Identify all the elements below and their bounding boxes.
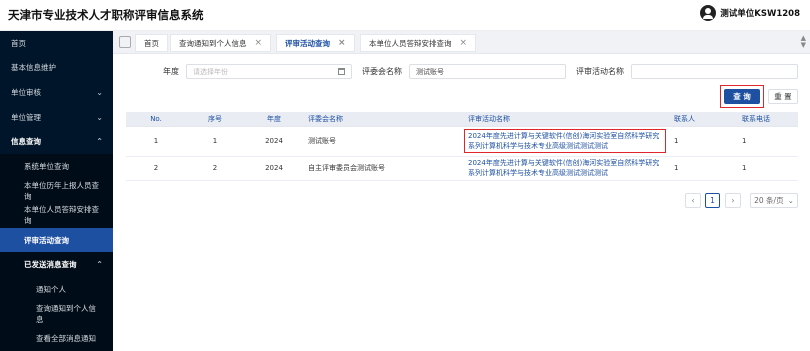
activity-link[interactable]: 2024年度先进计算与关键软件(信创)海河实验室自然科学研究系列计算机科学与技术… bbox=[468, 158, 666, 178]
tab-label: 查询通知到个人信息 bbox=[179, 38, 247, 48]
sidebar-item-notify-person[interactable]: 通知个人 bbox=[0, 276, 113, 302]
sidebar-item-unit-review[interactable]: 单位审核 ⌄ bbox=[0, 80, 113, 105]
page-size-select[interactable]: 20 条/页 ⌄ bbox=[750, 193, 798, 208]
sidebar-item-label: 本单位历年上报人员查询 bbox=[24, 180, 99, 201]
sidebar-item-label: 已发送消息查询 bbox=[24, 260, 77, 270]
chevron-down-icon: ⌄ bbox=[96, 87, 103, 97]
cell-committee: 自主评审委员会测试账号 bbox=[304, 156, 464, 181]
query-highlight: 查 询 bbox=[720, 85, 764, 108]
main-content: 首页 查询通知到个人信息 × 评审活动查询 × 本单位人员答辩安排查询 × ▲ ▼ 年度… bbox=[113, 31, 810, 347]
cell-phone: 1 bbox=[738, 156, 798, 181]
sidebar-item-label: 评审活动查询 bbox=[24, 235, 69, 245]
sidebar-item-defense-query[interactable]: 本单位人员答辩安排查询 bbox=[0, 203, 113, 228]
sidebar-item-label: 系统单位查询 bbox=[24, 161, 69, 171]
calendar-icon bbox=[338, 68, 345, 75]
tab-label: 本单位人员答辩安排查询 bbox=[369, 38, 452, 48]
sidebar-item-label: 单位管理 bbox=[11, 112, 41, 122]
tab-home[interactable]: 首页 bbox=[135, 34, 168, 52]
activity-label: 评审活动名称 bbox=[576, 67, 624, 76]
sidebar-item-review-activity-query[interactable]: 评审活动查询 bbox=[0, 227, 113, 253]
sidebar: 首页 基本信息维护 单位审核 ⌄ 单位管理 ⌄ 信息查询 ⌃ 系统单位查询 本单位历年… bbox=[0, 31, 113, 351]
sidebar-item-label: 通知个人 bbox=[36, 284, 66, 294]
cell-contact: 1 bbox=[670, 156, 738, 181]
col-committee: 评委会名称 bbox=[304, 112, 464, 127]
year-placeholder: 请选择年份 bbox=[193, 67, 228, 76]
user-menu[interactable]: 测试单位KSW1208 bbox=[700, 5, 800, 21]
sidebar-item-label: 查询通知到个人信息 bbox=[36, 303, 96, 324]
cell-committee: 测试账号 bbox=[304, 126, 464, 157]
collapse-sidebar-icon[interactable] bbox=[119, 36, 131, 48]
year-select[interactable]: 请选择年份 bbox=[186, 64, 352, 79]
close-icon[interactable]: × bbox=[338, 38, 346, 48]
sidebar-item-sent-messages[interactable]: 已发送消息查询 ⌃ bbox=[0, 252, 113, 277]
cell-seq: 1 bbox=[186, 126, 244, 157]
cell-year: 2024 bbox=[244, 156, 304, 181]
sidebar-item-all-messages[interactable]: 查看全部消息通知 bbox=[0, 326, 113, 351]
cell-activity: 2024年度先进计算与关键软件(信创)海河实验室自然科学研究系列计算机科学与技术… bbox=[464, 156, 670, 181]
cell-phone: 1 bbox=[738, 126, 798, 157]
cell-no: 2 bbox=[126, 156, 186, 181]
close-icon[interactable]: × bbox=[255, 38, 263, 48]
sidebar-item-home[interactable]: 首页 bbox=[0, 31, 113, 56]
cell-seq: 2 bbox=[186, 156, 244, 181]
sidebar-item-label: 单位审核 bbox=[11, 87, 41, 97]
page-1-button[interactable]: 1 bbox=[705, 193, 720, 208]
committee-label: 评委会名称 bbox=[362, 67, 402, 76]
cell-no: 1 bbox=[126, 126, 186, 157]
col-no: No. bbox=[126, 112, 186, 127]
sidebar-item-basic-info[interactable]: 基本信息维护 bbox=[0, 56, 113, 81]
top-header: 天津市专业技术人才职称评审信息系统 测试单位KSW1208 bbox=[0, 0, 810, 31]
table-row[interactable]: 1 1 2024 测试账号 2024年度先进计算与关键软件(信创)海河实验室自然… bbox=[126, 126, 798, 157]
col-contact: 联系人 bbox=[670, 112, 738, 127]
year-label: 年度 bbox=[163, 67, 179, 76]
next-page-button[interactable]: › bbox=[725, 193, 741, 208]
col-phone: 联系电话 bbox=[738, 112, 798, 127]
user-avatar-icon[interactable] bbox=[700, 5, 717, 21]
tab-notify-query[interactable]: 查询通知到个人信息 × bbox=[170, 34, 272, 52]
sidebar-item-label: 基本信息维护 bbox=[11, 63, 56, 73]
sidebar-item-label: 本单位人员答辩安排查询 bbox=[24, 205, 99, 226]
col-seq: 序号 bbox=[186, 112, 244, 127]
tab-label: 首页 bbox=[144, 38, 159, 48]
activity-input[interactable] bbox=[631, 64, 798, 79]
chevron-up-icon: ⌃ bbox=[96, 260, 103, 270]
cell-activity: 2024年度先进计算与关键软件(信创)海河实验室自然科学研究系列计算机科学与技术… bbox=[464, 126, 670, 157]
sidebar-item-label: 查看全部消息通知 bbox=[36, 333, 96, 343]
col-year: 年度 bbox=[244, 112, 304, 127]
close-icon[interactable]: × bbox=[460, 38, 468, 48]
chevron-down-icon: ⌄ bbox=[787, 196, 794, 205]
sidebar-item-history-report-query[interactable]: 本单位历年上报人员查询 bbox=[0, 178, 113, 204]
committee-input[interactable]: 测试账号 bbox=[409, 64, 566, 79]
user-name[interactable]: 测试单位KSW1208 bbox=[720, 7, 800, 19]
table-header: No. 序号 年度 评委会名称 评审活动名称 联系人 联系电话 bbox=[126, 112, 798, 127]
sidebar-item-unit-manage[interactable]: 单位管理 ⌄ bbox=[0, 105, 113, 130]
sidebar-item-notify-query[interactable]: 查询通知到个人信息 bbox=[0, 301, 113, 327]
results-table: No. 序号 年度 评委会名称 评审活动名称 联系人 联系电话 1 1 2024… bbox=[126, 112, 798, 181]
sidebar-item-label: 首页 bbox=[11, 38, 26, 48]
committee-value: 测试账号 bbox=[416, 67, 444, 76]
chevron-up-icon: ⌃ bbox=[96, 137, 103, 147]
tab-scroll-icon[interactable]: ▲ ▼ bbox=[801, 35, 806, 49]
sidebar-item-info-query[interactable]: 信息查询 ⌃ bbox=[0, 129, 113, 154]
activity-link[interactable]: 2024年度先进计算与关键软件(信创)海河实验室自然科学研究系列计算机科学与技术… bbox=[464, 129, 666, 153]
sidebar-item-system-unit-query[interactable]: 系统单位查询 bbox=[0, 153, 113, 179]
tab-defense-query[interactable]: 本单位人员答辩安排查询 × bbox=[360, 34, 477, 52]
tab-bar: 首页 查询通知到个人信息 × 评审活动查询 × 本单位人员答辩安排查询 × ▲ ▼ bbox=[113, 31, 810, 54]
query-button[interactable]: 查 询 bbox=[724, 89, 760, 104]
chevron-down-icon: ⌄ bbox=[96, 112, 103, 122]
page-size-value: 20 条/页 bbox=[754, 196, 784, 205]
table-row[interactable]: 2 2 2024 自主评审委员会测试账号 2024年度先进计算与关键软件(信创)… bbox=[126, 156, 798, 181]
tab-label: 评审活动查询 bbox=[285, 38, 330, 48]
tab-review-activity[interactable]: 评审活动查询 × bbox=[276, 34, 355, 52]
cell-year: 2024 bbox=[244, 126, 304, 157]
prev-page-button[interactable]: ‹ bbox=[685, 193, 701, 208]
reset-button[interactable]: 重 置 bbox=[768, 89, 798, 104]
cell-contact: 1 bbox=[670, 126, 738, 157]
col-activity: 评审活动名称 bbox=[464, 112, 670, 127]
sidebar-item-label: 信息查询 bbox=[11, 137, 41, 147]
app-title: 天津市专业技术人才职称评审信息系统 bbox=[8, 8, 204, 22]
